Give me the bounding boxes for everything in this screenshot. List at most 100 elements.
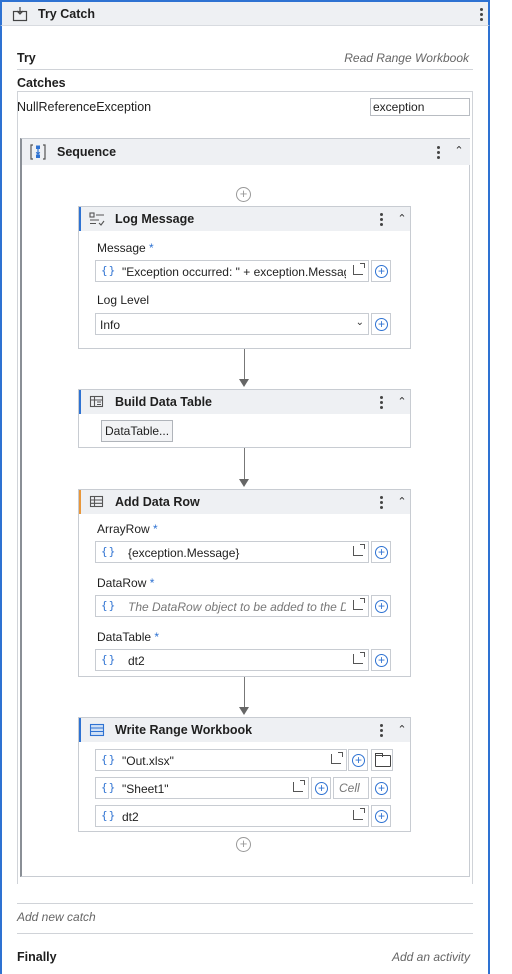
workbook-path-input[interactable]: {} "Out.xlsx"	[95, 749, 347, 771]
log-message-icon	[89, 212, 105, 226]
data-row-placeholder: The DataRow object to be added to the Da…	[128, 600, 346, 614]
log-level-add-icon[interactable]: +	[371, 313, 391, 335]
data-table-label: DataTable *	[97, 630, 160, 644]
add-data-row-header[interactable]: Add Data Row ⌃	[79, 490, 410, 514]
datatable-button[interactable]: DataTable...	[101, 420, 174, 442]
sequence-title: Sequence	[57, 145, 117, 159]
message-add-icon[interactable]: +	[371, 260, 391, 282]
add-data-row-icon	[89, 495, 104, 508]
data-row-input[interactable]: {} The DataRow object to be added to the…	[95, 595, 369, 617]
connector-line	[244, 349, 245, 379]
write-range-header[interactable]: Write Range Workbook ⌃	[79, 718, 410, 742]
sheet-name-value: "Sheet1"	[122, 782, 169, 796]
write-range-activity: Write Range Workbook ⌃ {} "Out.xlsx" + {…	[78, 717, 411, 832]
connector-line	[244, 448, 245, 479]
write-range-more-icon[interactable]	[376, 721, 386, 739]
build-data-table-icon	[89, 395, 104, 408]
build-data-table-title: Build Data Table	[115, 395, 213, 409]
sheet-name-add-icon[interactable]: +	[311, 777, 331, 799]
data-table-input[interactable]: {} dt2	[95, 649, 369, 671]
workbook-path-value: "Out.xlsx"	[122, 754, 174, 768]
expand-editor-icon[interactable]	[353, 544, 365, 556]
add-data-row-activity: Add Data Row ⌃ ArrayRow * {} {exception.…	[78, 489, 411, 677]
expand-editor-icon[interactable]	[353, 652, 365, 664]
log-level-select[interactable]: Info ⌄	[95, 313, 369, 335]
build-data-table-collapse-icon[interactable]: ⌃	[395, 394, 409, 410]
folder-icon[interactable]	[371, 749, 393, 771]
finally-add-activity-link[interactable]: Add an activity	[392, 950, 470, 964]
write-range-collapse-icon[interactable]: ⌃	[395, 722, 409, 738]
build-data-table-more-icon[interactable]	[376, 393, 386, 411]
expand-editor-icon[interactable]	[353, 263, 365, 275]
build-data-table-activity: Build Data Table ⌃ DataTable...	[78, 389, 411, 448]
try-catch-icon	[12, 7, 28, 22]
expand-editor-icon[interactable]	[293, 780, 305, 792]
expression-braces-icon: {}	[101, 781, 117, 794]
connector-arrow	[239, 707, 249, 715]
divider	[17, 933, 473, 934]
try-catch-title: Try Catch	[38, 7, 95, 21]
add-data-row-title: Add Data Row	[115, 495, 200, 509]
catches-label: Catches	[17, 76, 66, 90]
array-row-input[interactable]: {} {exception.Message}	[95, 541, 369, 563]
connector-arrow	[239, 379, 249, 387]
exception-type-label[interactable]: NullReferenceException	[17, 100, 151, 114]
add-activity-bottom-icon[interactable]: +	[236, 837, 251, 852]
log-level-label: Log Level	[97, 293, 150, 307]
log-message-title: Log Message	[115, 212, 195, 226]
add-data-row-collapse-icon[interactable]: ⌃	[395, 494, 409, 510]
write-data-table-add-icon[interactable]: +	[371, 805, 391, 827]
log-message-header[interactable]: Log Message ⌃	[79, 207, 410, 231]
expand-editor-icon[interactable]	[353, 808, 365, 820]
try-section: Try Read Range Workbook	[17, 48, 473, 70]
message-value: "Exception occurred: " + exception.Messa…	[122, 265, 346, 279]
build-data-table-header[interactable]: Build Data Table ⌃	[79, 390, 410, 414]
array-row-label: ArrayRow *	[97, 522, 158, 536]
chevron-down-icon: ⌄	[355, 317, 364, 328]
data-row-label: DataRow *	[97, 576, 155, 590]
starting-cell-input[interactable]: Cell	[333, 777, 369, 799]
catches-section: Catches	[17, 72, 473, 92]
array-row-value: {exception.Message}	[128, 546, 240, 560]
divider	[17, 903, 473, 904]
log-level-value: Info	[100, 318, 121, 332]
expand-editor-icon[interactable]	[353, 598, 365, 610]
log-message-collapse-icon[interactable]: ⌃	[395, 211, 409, 227]
sequence-header[interactable]: Sequence ⌃	[22, 139, 470, 165]
expression-braces-icon: {}	[101, 653, 117, 666]
write-range-title: Write Range Workbook	[115, 723, 253, 737]
data-row-add-icon[interactable]: +	[371, 595, 391, 617]
add-new-catch-link[interactable]: Add new catch	[17, 910, 96, 924]
sequence-more-icon[interactable]	[433, 143, 443, 161]
message-label: Message *	[97, 241, 154, 255]
connector-line	[244, 677, 245, 707]
add-data-row-more-icon[interactable]	[376, 493, 386, 511]
array-row-add-icon[interactable]: +	[371, 541, 391, 563]
expression-braces-icon: {}	[101, 545, 117, 558]
try-activity-link[interactable]: Read Range Workbook	[344, 51, 469, 65]
expression-braces-icon: {}	[101, 809, 117, 822]
data-table-value: dt2	[128, 654, 145, 668]
log-message-more-icon[interactable]	[376, 210, 386, 228]
message-input[interactable]: {} "Exception occurred: " + exception.Me…	[95, 260, 369, 282]
exception-variable-input[interactable]: exception	[370, 98, 470, 116]
data-table-input[interactable]: {} dt2	[95, 805, 369, 827]
write-range-icon	[89, 723, 105, 737]
write-data-table-value: dt2	[122, 810, 139, 824]
try-catch-header[interactable]: Try Catch	[0, 0, 490, 26]
starting-cell-add-icon[interactable]: +	[371, 777, 391, 799]
sequence-icon	[30, 144, 46, 160]
more-options-icon[interactable]	[476, 5, 486, 23]
expression-braces-icon: {}	[101, 599, 117, 612]
finally-label: Finally	[17, 950, 57, 964]
sheet-name-input[interactable]: {} "Sheet1"	[95, 777, 309, 799]
connector-arrow	[239, 479, 249, 487]
log-message-activity: Log Message ⌃ Message * {} "Exception oc…	[78, 206, 411, 349]
expression-braces-icon: {}	[101, 264, 117, 277]
expand-editor-icon[interactable]	[331, 752, 343, 764]
data-table-add-icon[interactable]: +	[371, 649, 391, 671]
add-activity-top-icon[interactable]: +	[236, 187, 251, 202]
sequence-collapse-icon[interactable]: ⌃	[452, 143, 466, 159]
expression-braces-icon: {}	[101, 753, 117, 766]
workbook-path-add-icon[interactable]: +	[348, 749, 368, 771]
